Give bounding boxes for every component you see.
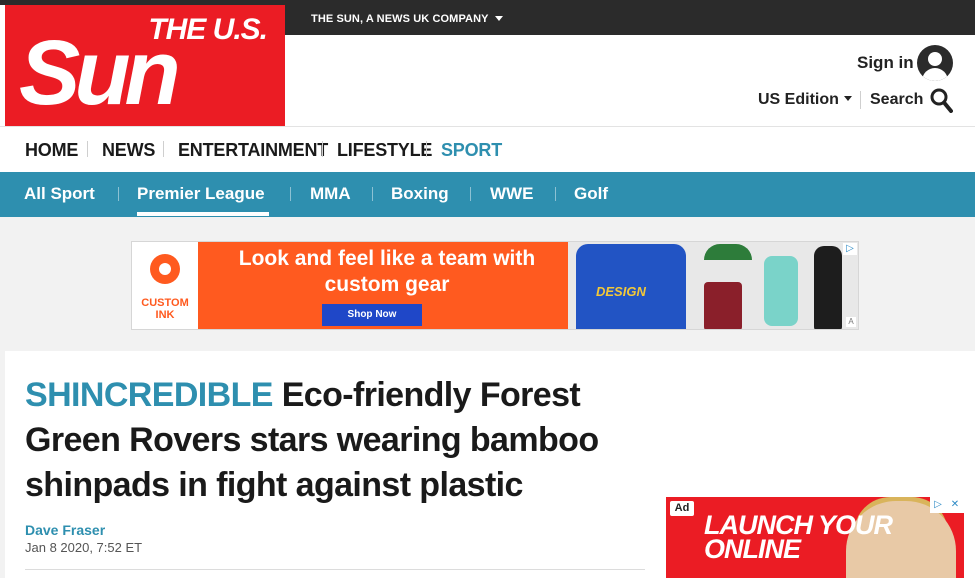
tshirt-image: DESIGN bbox=[576, 244, 686, 329]
ad-badge: Ad bbox=[670, 501, 694, 516]
subnav-item-premier-league[interactable]: Premier League bbox=[137, 184, 265, 204]
search-icon[interactable] bbox=[929, 87, 953, 113]
ad-brand-name: CUSTOM INK bbox=[141, 297, 189, 321]
sport-subnav: All Sport Premier League MMA Boxing WWE … bbox=[0, 172, 975, 217]
phone-case-image bbox=[764, 256, 798, 326]
nav-separator bbox=[426, 141, 427, 157]
flower-icon bbox=[150, 254, 180, 284]
subnav-item-mma[interactable]: MMA bbox=[310, 184, 351, 204]
sign-in-link[interactable]: Sign in bbox=[857, 53, 914, 73]
edition-label: US Edition bbox=[758, 91, 839, 108]
ad-brand-logo: CUSTOM INK bbox=[132, 242, 198, 329]
nav-separator bbox=[87, 141, 88, 157]
nav-item-news[interactable]: NEWS bbox=[102, 140, 155, 161]
tshirt-text: DESIGN bbox=[596, 284, 646, 299]
subnav-item-all-sport[interactable]: All Sport bbox=[24, 184, 95, 204]
subnav-item-golf[interactable]: Golf bbox=[574, 184, 608, 204]
ad-shop-now-button[interactable]: Shop Now bbox=[322, 304, 422, 326]
main-nav: HOME NEWS ENTERTAINMENT LIFESTYLE SPORT bbox=[0, 126, 975, 172]
nav-item-entertainment[interactable]: ENTERTAINMENT bbox=[178, 140, 328, 161]
ad-headline: Look and feel like a team with custom ge… bbox=[238, 247, 536, 296]
site-header: THE U.S. Sun THE SUN, A NEWS UK COMPANY … bbox=[0, 0, 975, 126]
subnav-separator bbox=[372, 187, 373, 201]
article-author[interactable]: Dave Fraser bbox=[25, 522, 105, 538]
search-link[interactable]: Search bbox=[870, 91, 923, 109]
company-menu[interactable]: THE SUN, A NEWS UK COMPANY bbox=[311, 13, 503, 25]
ad-attribution-icon: A bbox=[846, 317, 856, 327]
nav-separator bbox=[322, 141, 323, 157]
edition-selector[interactable]: US Edition bbox=[758, 91, 852, 109]
company-bar: THE SUN, A NEWS UK COMPANY bbox=[285, 5, 975, 35]
side-ad-text: LAUNCH YOUR ONLINE bbox=[704, 510, 893, 564]
article-divider bbox=[25, 569, 645, 570]
top-ad-banner[interactable]: CUSTOM INK Look and feel like a team wit… bbox=[131, 241, 859, 330]
subnav-item-wwe[interactable]: WWE bbox=[490, 184, 533, 204]
adchoices-icon[interactable]: ▷ bbox=[930, 497, 946, 513]
caret-down-icon bbox=[843, 96, 852, 101]
subnav-item-boxing[interactable]: Boxing bbox=[391, 184, 449, 204]
nav-item-sport[interactable]: SPORT bbox=[441, 140, 502, 161]
active-tab-underline bbox=[137, 212, 269, 216]
nav-separator bbox=[163, 141, 164, 157]
page: THE U.S. Sun THE SUN, A NEWS UK COMPANY … bbox=[0, 0, 975, 578]
the-sun-logo[interactable]: THE U.S. Sun bbox=[5, 5, 285, 126]
ad-product-image: DESIGN bbox=[568, 242, 858, 329]
article-headline: SHINCREDIBLE Eco-friendly Forest Green R… bbox=[25, 373, 635, 508]
header-divider bbox=[860, 91, 861, 109]
subnav-separator bbox=[555, 187, 556, 201]
article-date: Jan 8 2020, 7:52 ET bbox=[25, 540, 143, 555]
nav-item-lifestyle[interactable]: LIFESTYLE bbox=[337, 140, 432, 161]
adchoices-icon[interactable]: ▷ bbox=[843, 243, 857, 255]
article-kicker: SHINCREDIBLE bbox=[25, 376, 273, 414]
close-icon[interactable]: ✕ bbox=[947, 497, 963, 513]
cap-image bbox=[704, 244, 752, 260]
ad-controls: ▷ ✕ bbox=[930, 497, 964, 513]
chevron-down-icon bbox=[494, 16, 503, 21]
bottle-image bbox=[814, 246, 842, 329]
subnav-separator bbox=[118, 187, 119, 201]
koozie-image bbox=[704, 282, 742, 329]
company-label: THE SUN, A NEWS UK COMPANY bbox=[311, 13, 489, 25]
subnav-separator bbox=[290, 187, 291, 201]
logo-wordmark: Sun bbox=[19, 22, 181, 124]
subnav-separator bbox=[470, 187, 471, 201]
side-ad[interactable]: Ad LAUNCH YOUR ONLINE ▷ ✕ bbox=[666, 497, 964, 578]
user-avatar-icon[interactable] bbox=[917, 45, 953, 81]
nav-item-home[interactable]: HOME bbox=[25, 140, 78, 161]
